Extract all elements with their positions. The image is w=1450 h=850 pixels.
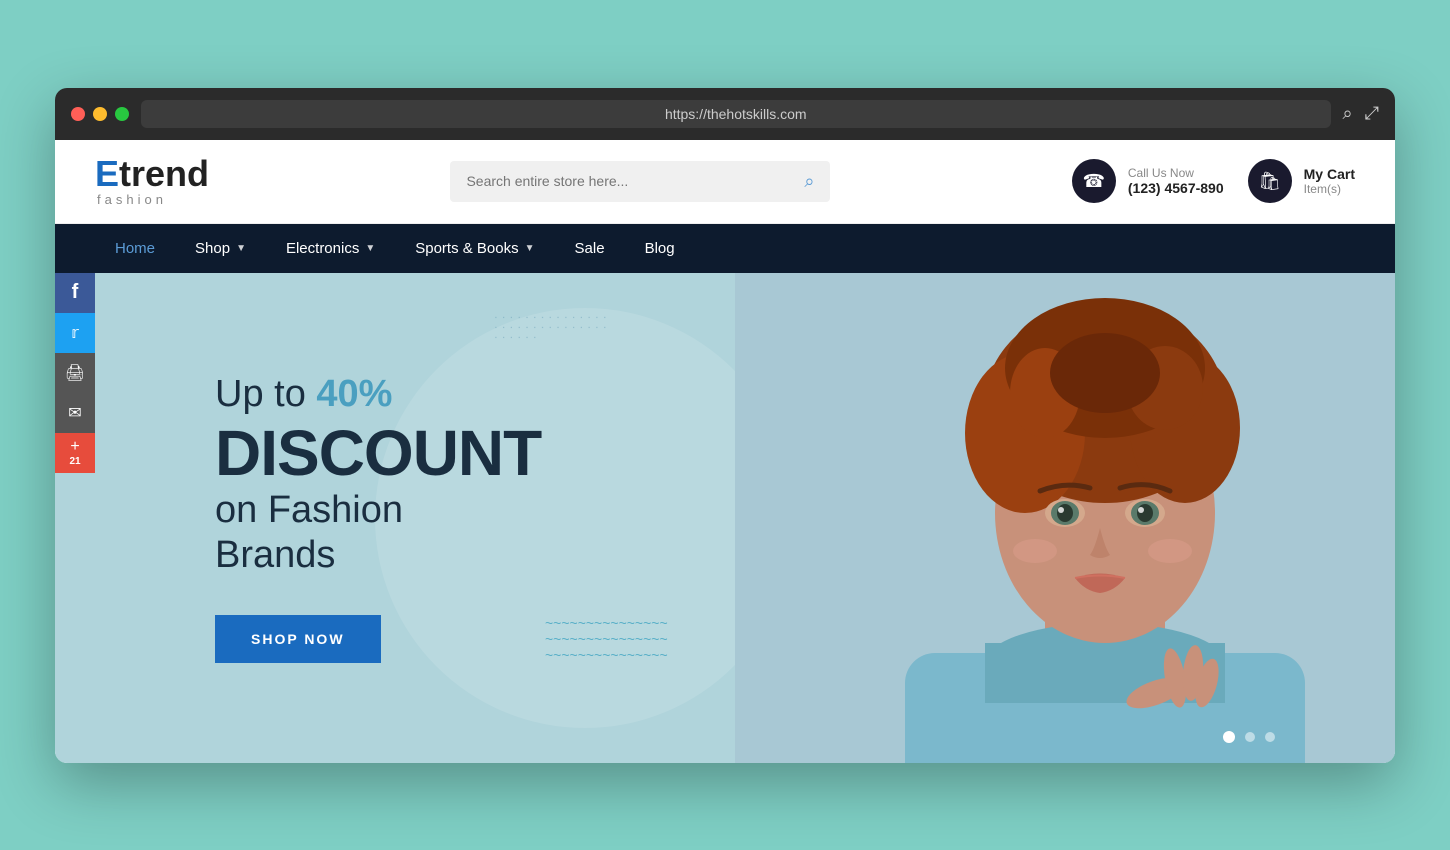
contact-info: ☎ Call Us Now (123) 4567-890 bbox=[1072, 159, 1224, 203]
social-sidebar: f 𝕣 🖨 ✉ + 21 bbox=[55, 273, 95, 473]
print-icon: 🖨 bbox=[65, 363, 85, 383]
url-text: https://thehotskills.com bbox=[665, 106, 807, 122]
cart-label: My Cart bbox=[1304, 166, 1355, 182]
close-dot[interactable] bbox=[71, 107, 85, 121]
hero-percent: 40% bbox=[316, 373, 392, 415]
cart-sub: Item(s) bbox=[1304, 182, 1355, 196]
nav-label-sale: Sale bbox=[575, 240, 605, 257]
nav-item-home[interactable]: Home bbox=[95, 224, 175, 273]
cart-text: My Cart Item(s) bbox=[1304, 166, 1355, 196]
nav-items: Home Shop ▼ Electronics ▼ bbox=[95, 224, 695, 273]
shop-now-button[interactable]: SHOP NOW bbox=[215, 615, 381, 663]
logo[interactable]: Etrend fashion bbox=[95, 156, 209, 207]
slider-dot-3[interactable] bbox=[1265, 732, 1275, 742]
contact-label: Call Us Now bbox=[1128, 166, 1224, 180]
hero-brands-text: Brands bbox=[215, 533, 535, 579]
print-button[interactable]: 🖨 bbox=[55, 353, 95, 393]
site-header: Etrend fashion ⌕ ☎ Call Us Now (123) 456… bbox=[55, 140, 1395, 224]
url-bar[interactable]: https://thehotskills.com bbox=[141, 100, 1331, 128]
hero-image bbox=[735, 273, 1395, 763]
chevron-down-icon: ▼ bbox=[236, 243, 246, 254]
nav-label-shop: Shop bbox=[195, 240, 230, 257]
expand-icon[interactable]: ⤢ bbox=[1365, 103, 1379, 124]
nav-link-electronics[interactable]: Electronics ▼ bbox=[266, 224, 395, 273]
nav-link-sale[interactable]: Sale bbox=[555, 224, 625, 273]
hero-discount-text: DISCOUNT bbox=[215, 418, 535, 488]
nav-link-home[interactable]: Home bbox=[95, 224, 175, 273]
nav-link-sports-books[interactable]: Sports & Books ▼ bbox=[395, 224, 554, 273]
nav-item-sports-books[interactable]: Sports & Books ▼ bbox=[395, 224, 554, 273]
contact-text: Call Us Now (123) 4567-890 bbox=[1128, 166, 1224, 196]
share-count: 21 bbox=[69, 456, 80, 467]
logo-letter: E bbox=[95, 153, 119, 194]
nav-label-home: Home bbox=[115, 240, 155, 257]
facebook-icon: f bbox=[72, 281, 79, 304]
nav-item-shop[interactable]: Shop ▼ bbox=[175, 224, 266, 273]
email-button[interactable]: ✉ bbox=[55, 393, 95, 433]
nav-link-blog[interactable]: Blog bbox=[625, 224, 695, 273]
browser-window: https://thehotskills.com ⌕ ⤢ Etrend fash… bbox=[55, 88, 1395, 763]
search-icon[interactable]: ⌕ bbox=[804, 171, 814, 192]
logo-sub: fashion bbox=[97, 192, 167, 207]
slider-dot-2[interactable] bbox=[1245, 732, 1255, 742]
browser-actions: ⌕ ⤢ bbox=[1343, 103, 1380, 124]
search-bar[interactable]: ⌕ bbox=[450, 161, 830, 202]
logo-text: Etrend bbox=[95, 156, 209, 192]
nav-label-sports-books: Sports & Books bbox=[415, 240, 518, 257]
hero-on-text: on Fashion bbox=[215, 488, 535, 534]
slider-dots bbox=[1223, 731, 1275, 743]
browser-dots bbox=[71, 107, 129, 121]
plus-icon: + bbox=[70, 438, 79, 456]
nav-item-blog[interactable]: Blog bbox=[625, 224, 695, 273]
nav-item-sale[interactable]: Sale bbox=[555, 224, 625, 273]
email-icon: ✉ bbox=[68, 403, 81, 423]
twitter-icon: 𝕣 bbox=[71, 323, 79, 343]
site-nav: Home Shop ▼ Electronics ▼ bbox=[55, 224, 1395, 273]
maximize-dot[interactable] bbox=[115, 107, 129, 121]
chevron-down-icon: ▼ bbox=[365, 243, 375, 254]
contact-number: (123) 4567-890 bbox=[1128, 180, 1224, 196]
slider-dot-1[interactable] bbox=[1223, 731, 1235, 743]
facebook-button[interactable]: f bbox=[55, 273, 95, 313]
hero-image-svg bbox=[735, 273, 1395, 763]
header-right: ☎ Call Us Now (123) 4567-890 🛍 My Cart I… bbox=[1072, 159, 1355, 203]
phone-icon: ☎ bbox=[1072, 159, 1116, 203]
twitter-button[interactable]: 𝕣 bbox=[55, 313, 95, 353]
minimize-dot[interactable] bbox=[93, 107, 107, 121]
hero-upto-text: Up to 40% bbox=[215, 372, 535, 418]
chevron-down-icon: ▼ bbox=[525, 243, 535, 254]
nav-label-electronics: Electronics bbox=[286, 240, 359, 257]
hero-banner: f 𝕣 🖨 ✉ + 21 ▪▪▪▪▪▪▪▪▪ bbox=[55, 273, 1395, 763]
plus-share-button[interactable]: + 21 bbox=[55, 433, 95, 473]
nav-item-electronics[interactable]: Electronics ▼ bbox=[266, 224, 395, 273]
cart-info[interactable]: 🛍 My Cart Item(s) bbox=[1248, 159, 1355, 203]
website: Etrend fashion ⌕ ☎ Call Us Now (123) 456… bbox=[55, 140, 1395, 763]
search-input[interactable] bbox=[466, 173, 804, 189]
search-icon[interactable]: ⌕ bbox=[1343, 103, 1353, 124]
hero-content: Up to 40% DISCOUNT on Fashion Brands SHO… bbox=[55, 312, 615, 723]
nav-link-shop[interactable]: Shop ▼ bbox=[175, 224, 266, 273]
browser-chrome: https://thehotskills.com ⌕ ⤢ bbox=[55, 88, 1395, 140]
nav-label-blog: Blog bbox=[645, 240, 675, 257]
cart-icon: 🛍 bbox=[1248, 159, 1292, 203]
